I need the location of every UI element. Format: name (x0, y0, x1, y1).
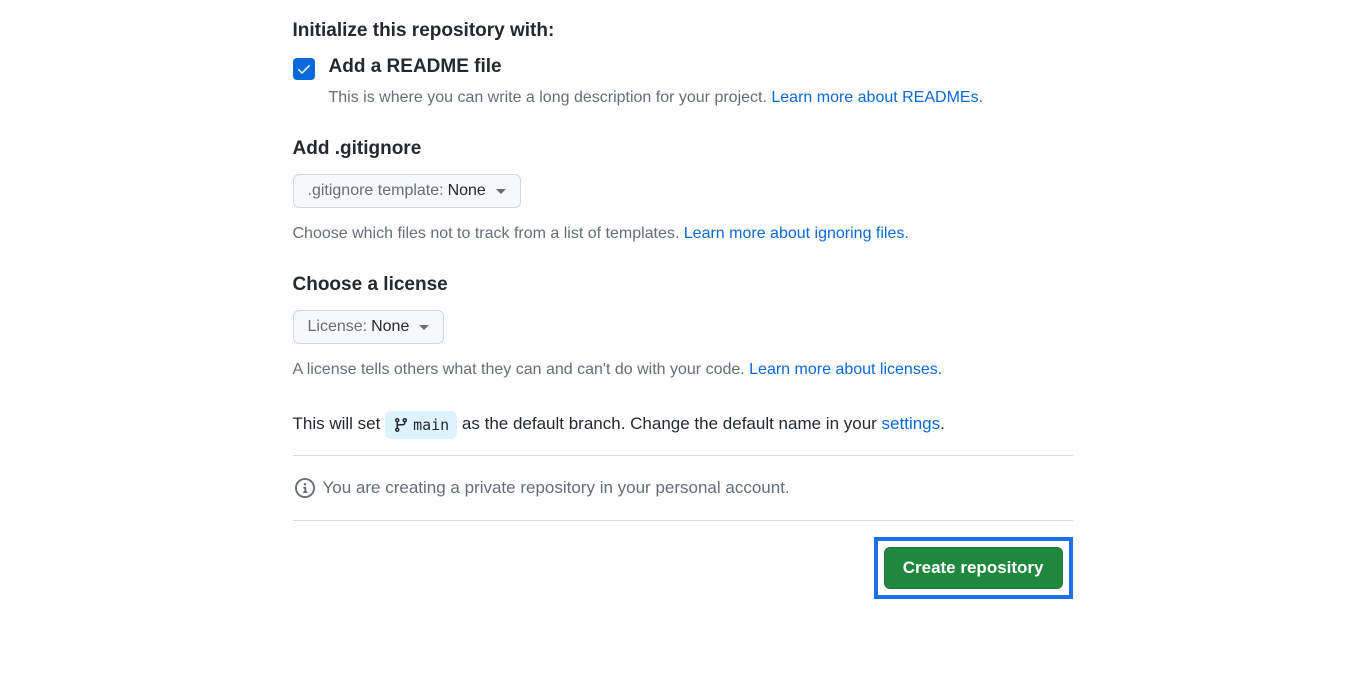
default-branch-badge: main (385, 411, 457, 439)
readme-description-text: This is where you can write a long descr… (329, 89, 772, 106)
branch-suffix-text: . (940, 414, 945, 433)
create-repository-button[interactable]: Create repository (884, 547, 1063, 589)
readme-description: This is where you can write a long descr… (329, 86, 1073, 110)
license-description-text: A license tells others what they can and… (293, 361, 750, 378)
gitignore-learn-more-link[interactable]: Learn more about ignoring files. (684, 225, 909, 242)
info-message-row: You are creating a private repository in… (293, 456, 1073, 520)
branch-middle-text: as the default branch. Change the defaul… (457, 414, 881, 433)
readme-learn-more-link[interactable]: Learn more about READMEs. (771, 89, 983, 106)
gitignore-description-text: Choose which files not to track from a l… (293, 225, 684, 242)
git-branch-icon (393, 417, 409, 433)
gitignore-heading: Add .gitignore (293, 138, 1073, 160)
create-button-highlight: Create repository (874, 537, 1073, 599)
gitignore-template-dropdown[interactable]: .gitignore template: None (293, 174, 521, 208)
readme-label[interactable]: Add a README file (329, 56, 502, 78)
license-learn-more-link[interactable]: Learn more about licenses. (749, 361, 942, 378)
info-icon (295, 478, 315, 498)
license-dropdown-prefix: License: (308, 318, 368, 336)
check-icon (296, 61, 312, 77)
initialize-heading: Initialize this repository with: (293, 20, 1073, 42)
info-message-text: You are creating a private repository in… (323, 478, 790, 498)
branch-info-text: This will set main as the default branch… (293, 410, 1073, 455)
license-heading: Choose a license (293, 274, 1073, 296)
caret-down-icon (496, 189, 506, 194)
readme-checkbox[interactable] (293, 58, 315, 80)
license-dropdown[interactable]: License: None (293, 310, 445, 344)
license-description: A license tells others what they can and… (293, 358, 1073, 382)
settings-link[interactable]: settings (882, 414, 941, 433)
branch-name: main (413, 413, 449, 437)
license-dropdown-value: None (371, 318, 409, 336)
gitignore-dropdown-prefix: .gitignore template: (308, 182, 444, 200)
gitignore-description: Choose which files not to track from a l… (293, 222, 1073, 246)
gitignore-dropdown-value: None (448, 182, 486, 200)
caret-down-icon (419, 325, 429, 330)
branch-prefix-text: This will set (293, 414, 386, 433)
